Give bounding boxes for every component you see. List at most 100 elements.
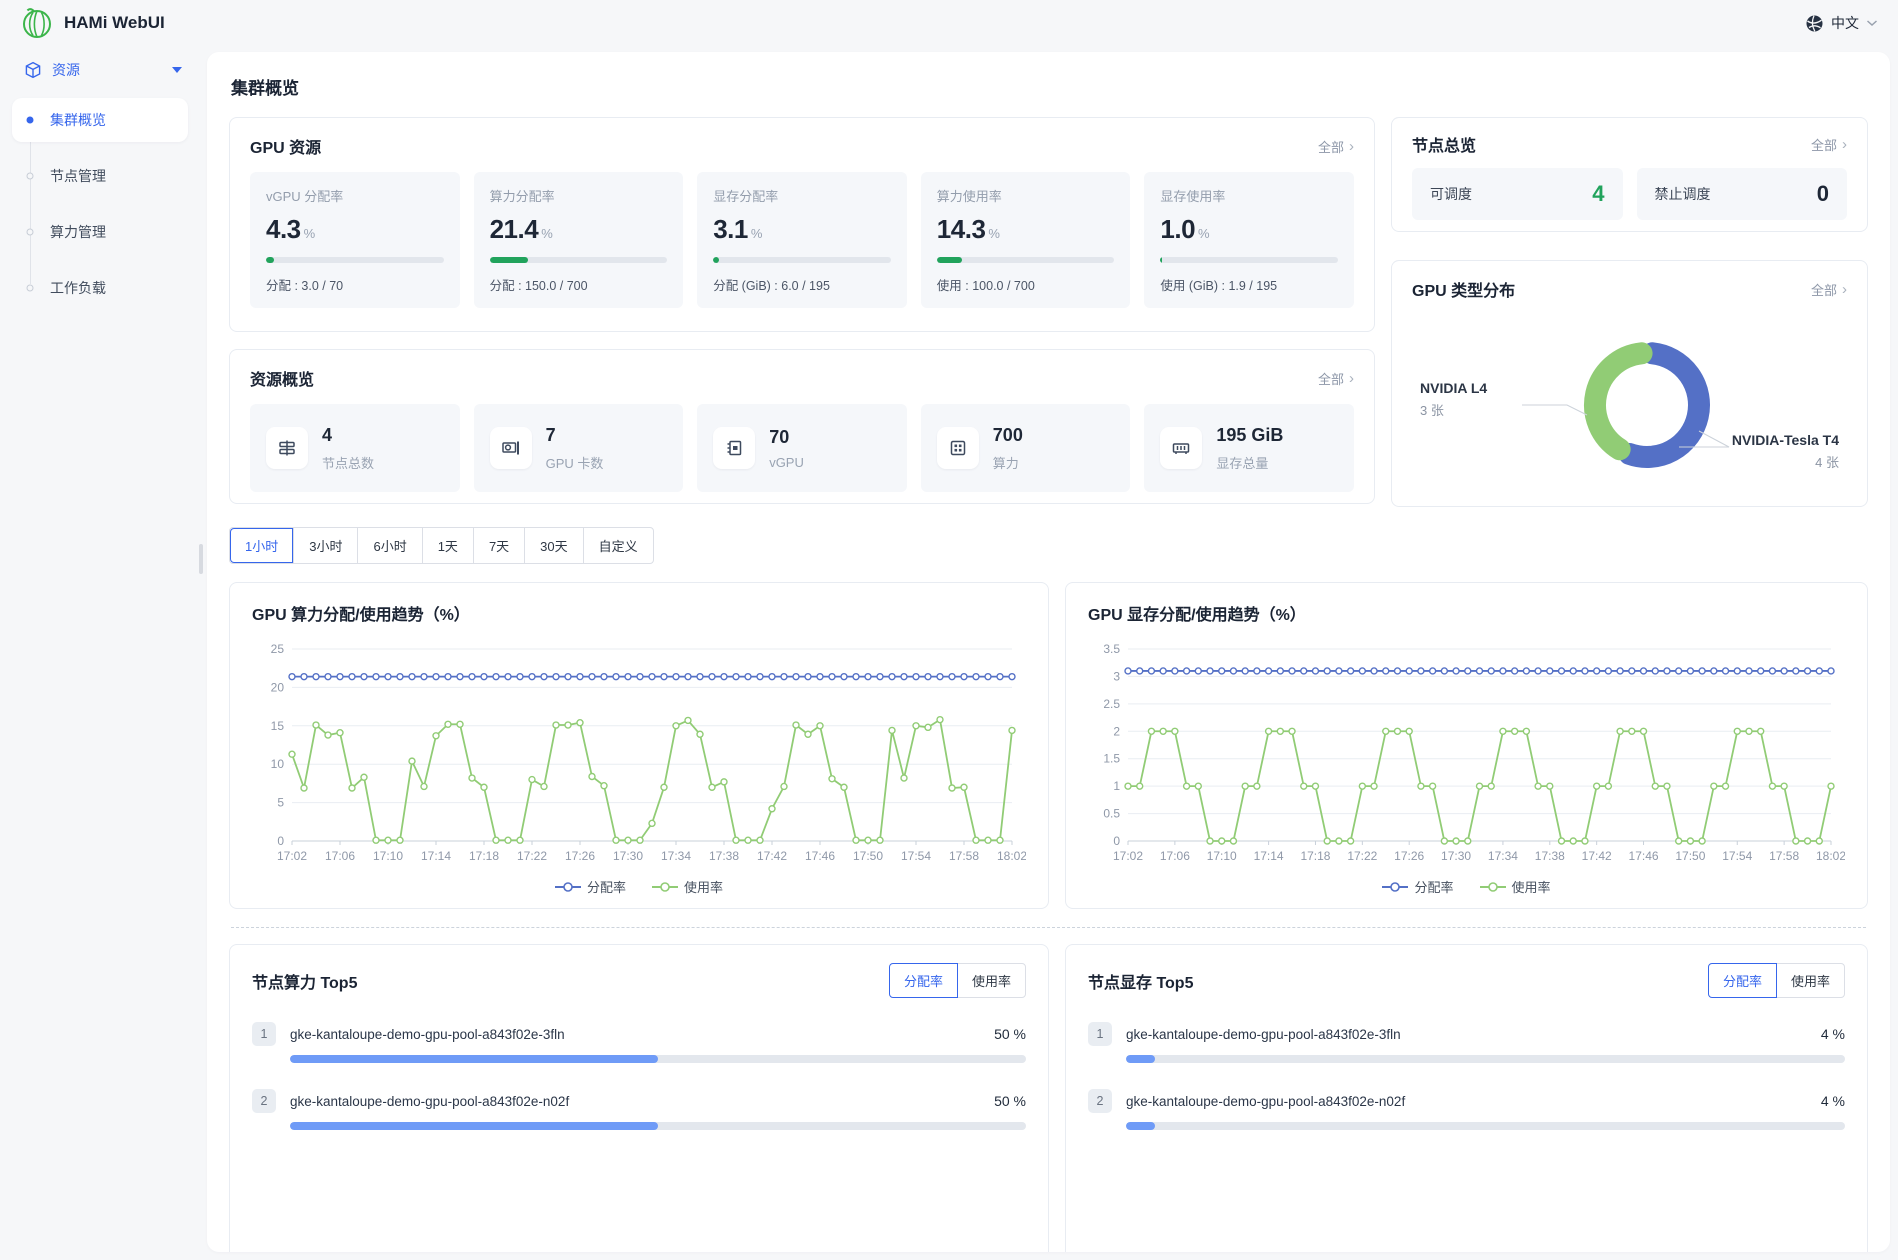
tab-6h[interactable]: 6小时	[357, 528, 421, 563]
tab-7d[interactable]: 7天	[473, 528, 524, 563]
stat-card-compute-alloc: 算力分配率 21.4% 分配 : 150.0 / 700	[474, 172, 684, 308]
overview-row: GPU 资源 全部 › vGPU 分配率 4.3% 分配 : 3.0 / 70 …	[229, 117, 1868, 507]
sidebar-item-label: 集群概览	[50, 110, 106, 130]
top5-row: 节点算力 Top5 分配率 使用率 1 gke-kantaloupe-demo-…	[229, 944, 1868, 1252]
resource-value: 70	[769, 427, 804, 448]
resource-label: vGPU	[769, 455, 804, 470]
resource-value: 4	[322, 425, 374, 446]
sidebar-item-cluster-overview[interactable]: 集群概览	[12, 98, 188, 142]
tab-1d[interactable]: 1天	[422, 528, 473, 563]
tab-3h[interactable]: 3小时	[293, 528, 357, 563]
sidebar-item-node-management[interactable]: 节点管理	[12, 154, 188, 198]
svg-text:17:58: 17:58	[949, 849, 979, 863]
tab-30d[interactable]: 30天	[524, 528, 582, 563]
stat-value: 1.0%	[1160, 214, 1338, 245]
line-marker-icon	[652, 882, 678, 892]
rank-badge: 1	[252, 1022, 276, 1046]
node-name: gke-kantaloupe-demo-gpu-pool-a843f02e-n0…	[1126, 1094, 1405, 1109]
resource-value: 7	[546, 425, 604, 446]
rank-badge: 2	[1088, 1089, 1112, 1113]
svg-text:2.5: 2.5	[1103, 697, 1120, 711]
svg-text:1: 1	[1113, 779, 1120, 793]
svg-text:17:22: 17:22	[517, 849, 547, 863]
svg-text:4 张: 4 张	[1815, 455, 1839, 470]
node-overview-all-link[interactable]: 全部 ›	[1811, 135, 1847, 154]
panel-title: 节点总览	[1412, 132, 1476, 156]
svg-text:17:18: 17:18	[1300, 849, 1330, 863]
progress-fill	[490, 257, 528, 263]
gpu-type-donut-chart[interactable]: NVIDIA L43 张NVIDIA-Tesla T44 张	[1412, 305, 1847, 493]
toggle-allocation-rate[interactable]: 分配率	[1708, 963, 1777, 998]
panel-title: 资源概览	[250, 366, 314, 390]
panel-title: 节点算力 Top5	[252, 969, 357, 993]
legend-label: 分配率	[587, 877, 626, 896]
svg-text:17:42: 17:42	[1582, 849, 1612, 863]
toggle-allocation-rate[interactable]: 分配率	[889, 963, 958, 998]
chevron-right-icon: ›	[1842, 137, 1847, 152]
compute-trend-chart[interactable]: 051015202517:0217:0617:1017:1417:1817:22…	[252, 637, 1026, 873]
schedulable-card: 可调度 4	[1412, 168, 1623, 220]
svg-text:0: 0	[1113, 834, 1120, 848]
stat-detail: 使用 (GiB) : 1.9 / 195	[1160, 275, 1338, 294]
sidebar-menu: 集群概览 节点管理 算力管理 工作负载	[0, 98, 200, 310]
svg-text:17:30: 17:30	[613, 849, 643, 863]
tab-1h[interactable]: 1小时	[230, 528, 293, 563]
resource-overview-panel: 资源概览 全部 › 4	[229, 349, 1375, 504]
stat-label: vGPU 分配率	[266, 186, 444, 205]
chart-legend: 分配率 使用率	[252, 877, 1026, 896]
sidebar-item-label: 节点管理	[50, 166, 106, 186]
toggle-usage-rate[interactable]: 使用率	[1776, 963, 1845, 998]
svg-text:17:38: 17:38	[709, 849, 739, 863]
chart-title: GPU 算力分配/使用趋势（%）	[252, 601, 1026, 625]
progress-track	[490, 257, 668, 263]
svg-text:17:26: 17:26	[565, 849, 595, 863]
top5-row-item: 1 gke-kantaloupe-demo-gpu-pool-a843f02e-…	[1088, 1022, 1845, 1063]
tab-custom[interactable]: 自定义	[583, 528, 653, 563]
legend-item-usage[interactable]: 使用率	[1480, 877, 1551, 896]
caret-down-icon	[172, 67, 182, 73]
unschedulable-count: 0	[1817, 181, 1829, 207]
time-range-tabs: 1小时 3小时 6小时 1天 7天 30天 自定义	[229, 527, 654, 564]
svg-text:17:06: 17:06	[325, 849, 355, 863]
svg-text:17:10: 17:10	[1207, 849, 1237, 863]
legend-item-allocation[interactable]: 分配率	[555, 877, 626, 896]
panel-title: GPU 类型分布	[1412, 277, 1515, 301]
svg-text:0.5: 0.5	[1103, 807, 1120, 821]
top5-row-item: 2 gke-kantaloupe-demo-gpu-pool-a843f02e-…	[252, 1089, 1026, 1130]
stat-card-vgpu-alloc: vGPU 分配率 4.3% 分配 : 3.0 / 70	[250, 172, 460, 308]
svg-text:17:14: 17:14	[1254, 849, 1284, 863]
node-value: 50 %	[994, 1093, 1026, 1109]
language-selector[interactable]: 中文	[1805, 13, 1878, 33]
chevron-right-icon: ›	[1842, 282, 1847, 297]
resource-overview-all-link[interactable]: 全部 ›	[1318, 369, 1354, 388]
chart-legend: 分配率 使用率	[1088, 877, 1845, 896]
vgpu-icon	[713, 427, 755, 469]
progress-track	[1160, 257, 1338, 263]
sidebar-item-workloads[interactable]: 工作负载	[12, 266, 188, 310]
stat-label: 算力使用率	[937, 186, 1115, 205]
sidebar-group-resources[interactable]: 资源	[0, 46, 200, 98]
svg-text:17:58: 17:58	[1769, 849, 1799, 863]
resource-value: 195 GiB	[1216, 425, 1283, 446]
gpu-types-all-link[interactable]: 全部 ›	[1811, 280, 1847, 299]
legend-item-allocation[interactable]: 分配率	[1382, 877, 1453, 896]
timeline-dot	[27, 285, 34, 292]
node-compute-top5-panel: 节点算力 Top5 分配率 使用率 1 gke-kantaloupe-demo-…	[229, 944, 1049, 1252]
gpu-resources-all-link[interactable]: 全部 ›	[1318, 137, 1354, 156]
sidebar-item-compute-management[interactable]: 算力管理	[12, 210, 188, 254]
line-marker-icon	[1480, 882, 1506, 892]
svg-text:17:30: 17:30	[1441, 849, 1471, 863]
chevron-right-icon: ›	[1349, 139, 1354, 154]
node-value: 4 %	[1821, 1093, 1845, 1109]
memory-trend-chart[interactable]: 00.511.522.533.517:0217:0617:1017:1417:1…	[1088, 637, 1845, 873]
resource-label: 显存总量	[1216, 453, 1283, 472]
resource-label: 节点总数	[322, 453, 374, 472]
chart-title: GPU 显存分配/使用趋势（%）	[1088, 601, 1845, 625]
stat-detail: 使用 : 100.0 / 700	[937, 275, 1115, 294]
toggle-usage-rate[interactable]: 使用率	[957, 963, 1026, 998]
stat-card-memory-alloc: 显存分配率 3.1% 分配 (GiB) : 6.0 / 195	[697, 172, 907, 308]
bar-track	[290, 1055, 1026, 1063]
legend-item-usage[interactable]: 使用率	[652, 877, 723, 896]
sidebar-resize-handle[interactable]	[199, 544, 203, 574]
node-overview-panel: 节点总览 全部 › 可调度 4 禁止调度 0	[1391, 117, 1868, 232]
